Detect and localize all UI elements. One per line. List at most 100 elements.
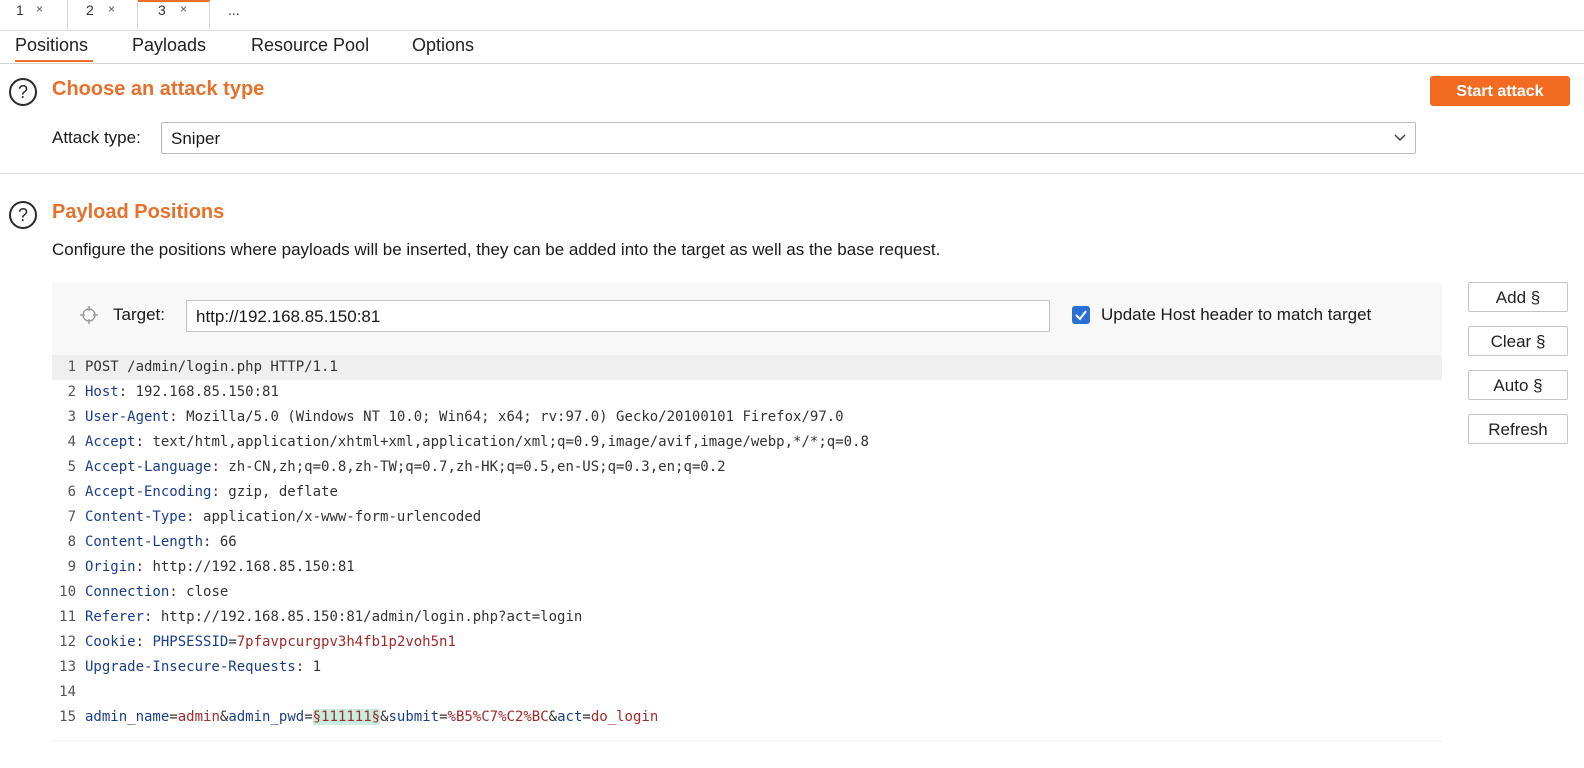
- header-colon: :: [211, 484, 220, 500]
- header-value: close: [177, 584, 229, 600]
- tab-resource-pool[interactable]: Resource Pool: [251, 30, 369, 62]
- header-value: gzip, deflate: [219, 484, 338, 500]
- line-number: 6: [67, 484, 76, 500]
- attack-type-value: Sniper: [171, 129, 221, 148]
- request-editor[interactable]: 1 POST /admin/login.php HTTP/1.1 2 Host: 1 9…: [52, 355, 1442, 740]
- line-number: 8: [67, 534, 76, 550]
- request-line[interactable]: 4 Accept: text/html,application/xhtml+xml…: [52, 430, 1442, 455]
- line-content: POST /admin/login.php HTTP/1.1: [85, 355, 338, 380]
- intruder-subtabs: Positions Payloads Resource Pool Options: [0, 30, 1584, 64]
- tab-label: 3: [158, 2, 166, 18]
- body-token: &: [548, 709, 558, 725]
- checkmark-icon: [1075, 310, 1087, 321]
- header-name: Accept-Encoding: [85, 484, 212, 500]
- request-tab-1[interactable]: 1 ×: [0, 0, 68, 29]
- request-line[interactable]: 12 Cookie: PHPSESSID=7pfavpcurgpv3h4fb1p2…: [52, 630, 1442, 655]
- request-line[interactable]: 6 Accept-Encoding: gzip, deflate: [52, 480, 1442, 505]
- header-colon: :: [186, 509, 195, 525]
- payload-positions-title: Payload Positions: [52, 201, 225, 223]
- target-input[interactable]: http://192.168.85.150:81: [186, 300, 1050, 332]
- request-line[interactable]: 11 Referer: http://192.168.85.150:81/admi…: [52, 605, 1442, 630]
- header-name: User-Agent: [85, 409, 170, 425]
- target-label: Target:: [113, 305, 165, 324]
- header-name: Content-Type: [85, 509, 187, 525]
- attack-type-select[interactable]: Sniper: [161, 122, 1416, 154]
- request-tab-2[interactable]: 2 ×: [68, 0, 138, 29]
- request-line[interactable]: 7 Content-Type: application/x-www-form-ur…: [52, 505, 1442, 530]
- request-line[interactable]: 10 Connection: close: [52, 580, 1442, 605]
- header-value: http://192.168.85.150:81: [144, 559, 355, 575]
- request-line[interactable]: 13 Upgrade-Insecure-Requests: 1: [52, 655, 1442, 680]
- header-value: text/html,application/xhtml+xml,applicat…: [144, 434, 869, 450]
- help-icon[interactable]: ?: [9, 78, 37, 106]
- request-tab-more[interactable]: ...: [210, 0, 262, 29]
- line-number: 10: [59, 584, 76, 600]
- header-colon: :: [135, 434, 145, 450]
- tab-payloads[interactable]: Payloads: [132, 30, 206, 62]
- line-content: Cookie: PHPSESSID=7pfavpcurgpv3h4fb1p2vo…: [85, 630, 456, 655]
- header-name: Content-Length: [85, 534, 204, 550]
- update-host-label: Update Host header to match target: [1101, 305, 1372, 324]
- header-name: Origin: [85, 559, 136, 575]
- header-colon: :: [135, 634, 145, 650]
- line-number: 1: [67, 359, 76, 375]
- header-colon: :: [118, 384, 128, 400]
- header-value: Mozilla/5.0 (Windows NT 10.0; Win64; x64…: [177, 409, 844, 425]
- line-number: 12: [59, 634, 76, 650]
- request-line[interactable]: 15 admin_name=admin&admin_pwd=§111111§&su…: [52, 705, 1442, 730]
- close-icon[interactable]: ×: [108, 2, 115, 16]
- request-line[interactable]: 1 POST /admin/login.php HTTP/1.1: [52, 355, 1442, 380]
- update-host-checkbox[interactable]: [1072, 306, 1090, 324]
- attack-type-label: Attack type:: [52, 128, 141, 147]
- line-content: admin_name=admin&admin_pwd=§111111§&subm…: [85, 705, 658, 730]
- body-token: =: [439, 709, 448, 725]
- close-icon[interactable]: ×: [180, 2, 187, 16]
- body-token: admin_name: [85, 709, 170, 725]
- body-token: %B5%C7%C2%BC: [447, 709, 549, 725]
- request-line[interactable]: 8 Content-Length: 66: [52, 530, 1442, 555]
- line-number: 2: [67, 384, 76, 400]
- line-content: Accept-Language: zh-CN,zh;q=0.8,zh-TW;q=…: [85, 455, 726, 480]
- tab-positions[interactable]: Positions: [15, 30, 93, 62]
- header-colon: :: [169, 584, 178, 600]
- body-token: &: [380, 709, 389, 725]
- body-token: =: [304, 709, 313, 725]
- body-token: admin_pwd: [228, 709, 305, 725]
- request-line[interactable]: 14: [52, 680, 1442, 705]
- add-marker-button[interactable]: Add §: [1468, 282, 1568, 312]
- header-colon: :: [135, 559, 145, 575]
- request-tab-strip: 1 × 2 × 3 × ...: [0, 0, 1584, 31]
- body-token: admin: [177, 709, 220, 725]
- line-content: Content-Length: 66: [85, 530, 237, 555]
- line-number: 4: [67, 434, 76, 450]
- close-icon[interactable]: ×: [36, 2, 43, 16]
- tab-options[interactable]: Options: [412, 30, 474, 62]
- line-content: Upgrade-Insecure-Requests: 1: [85, 655, 321, 680]
- line-content: Origin: http://192.168.85.150:81: [85, 555, 355, 580]
- line-content: Accept: text/html,application/xhtml+xml,…: [85, 430, 869, 455]
- line-number: 11: [59, 609, 76, 625]
- clear-marker-button[interactable]: Clear §: [1468, 326, 1568, 356]
- request-line[interactable]: 2 Host: 192.168.85.150:81: [52, 380, 1442, 405]
- start-attack-button[interactable]: Start attack: [1430, 76, 1570, 106]
- line-content: Accept-Encoding: gzip, deflate: [85, 480, 338, 505]
- cookie-name: PHPSESSID: [144, 634, 229, 650]
- header-name: Accept: [85, 434, 136, 450]
- body-token: =: [169, 709, 178, 725]
- help-icon[interactable]: ?: [9, 201, 37, 229]
- refresh-button[interactable]: Refresh: [1468, 414, 1568, 444]
- header-colon: :: [169, 409, 178, 425]
- attack-type-title: Choose an attack type: [52, 78, 265, 100]
- request-tab-3[interactable]: 3 ×: [138, 0, 210, 29]
- auto-marker-button[interactable]: Auto §: [1468, 370, 1568, 400]
- request-line[interactable]: 3 User-Agent: Mozilla/5.0 (Windows NT 10.…: [52, 405, 1442, 430]
- request-line[interactable]: 5 Accept-Language: zh-CN,zh;q=0.8,zh-TW;q…: [52, 455, 1442, 480]
- line-content: User-Agent: Mozilla/5.0 (Windows NT 10.0…: [85, 405, 844, 430]
- header-name: Connection: [85, 584, 170, 600]
- line-content: Content-Type: application/x-www-form-url…: [85, 505, 481, 530]
- tab-label: 1: [16, 2, 24, 18]
- request-line[interactable]: 9 Origin: http://192.168.85.150:81: [52, 555, 1442, 580]
- body-token: act: [557, 709, 583, 725]
- header-colon: :: [211, 459, 220, 475]
- header-name: Host: [85, 384, 119, 400]
